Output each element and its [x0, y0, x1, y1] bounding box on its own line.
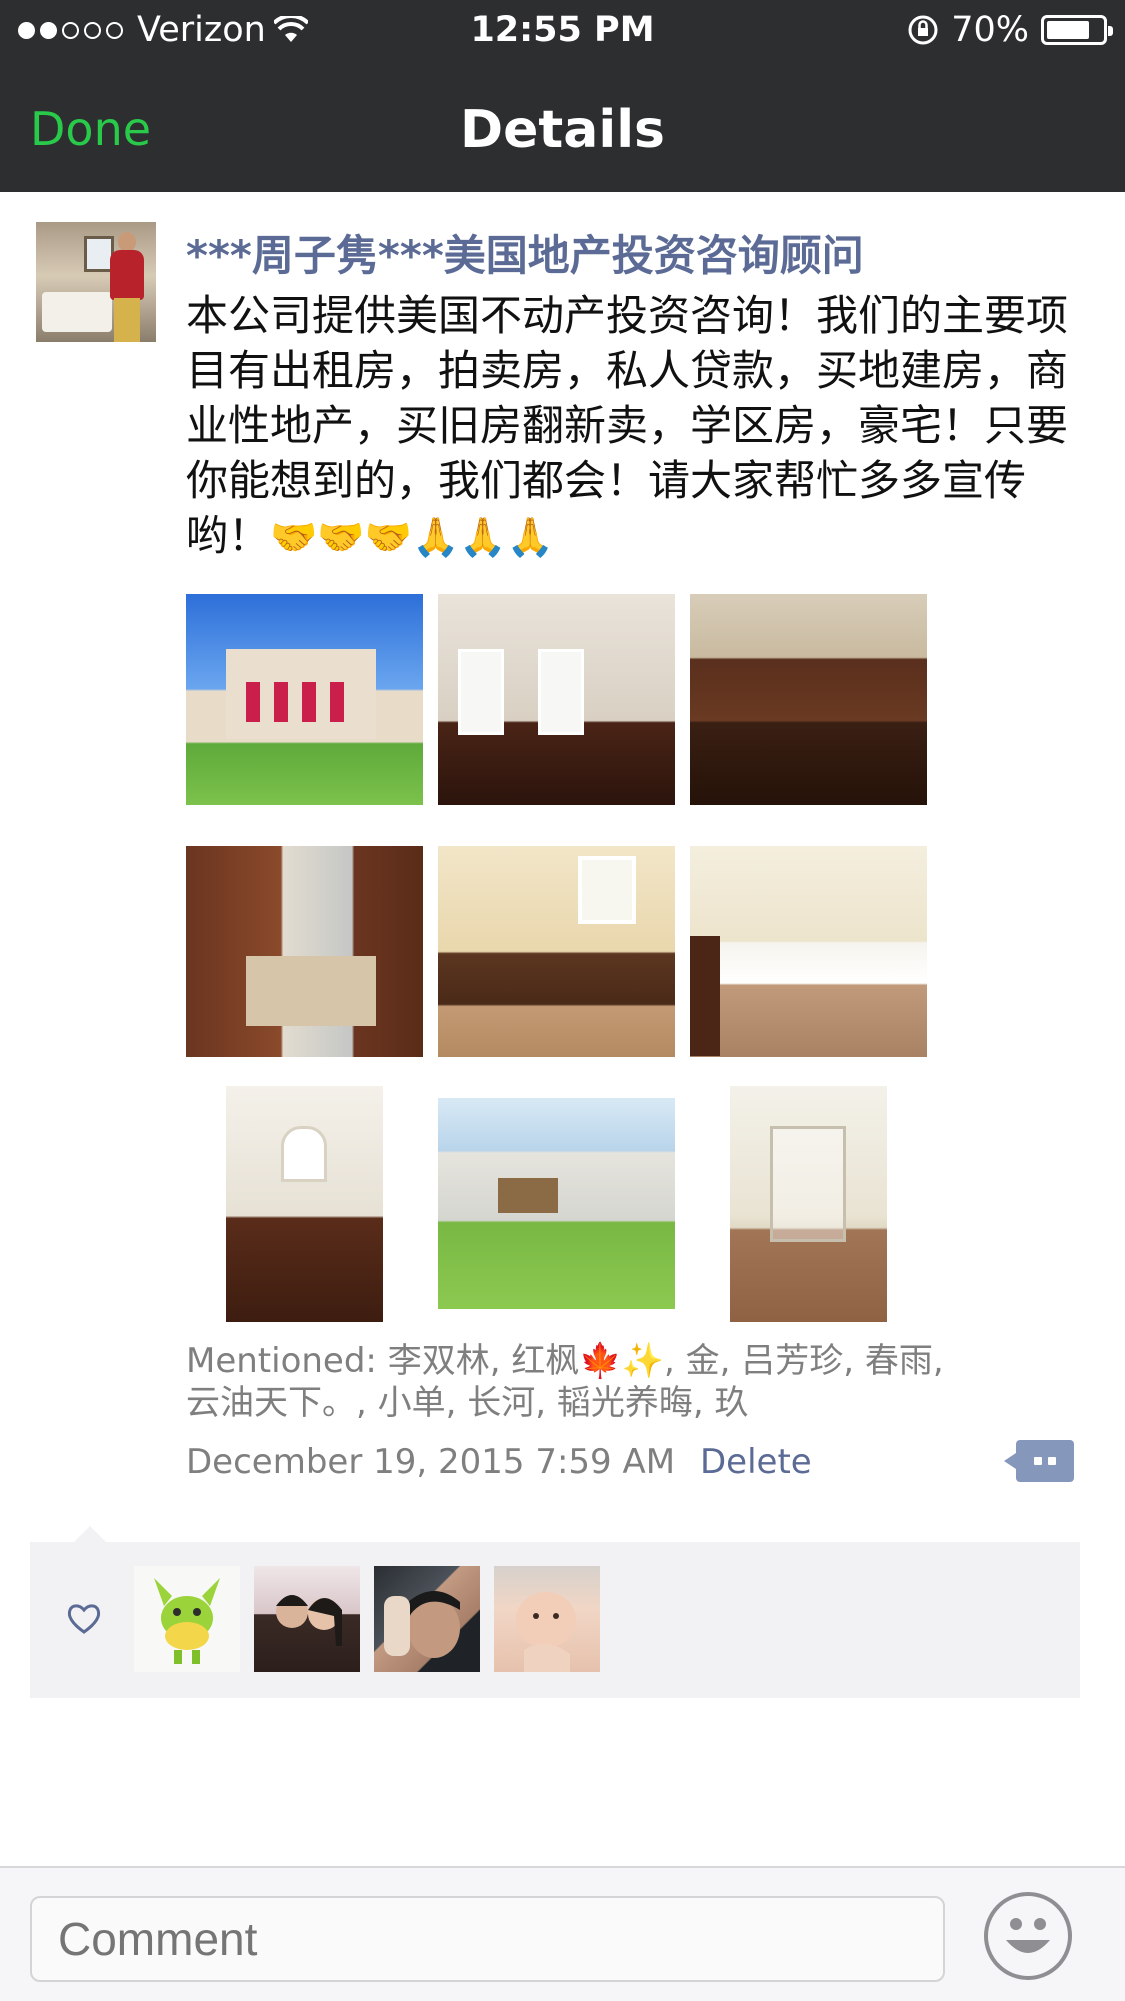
heart-icon [67, 1604, 101, 1634]
author-name[interactable]: ***周子隽***美国地产投资咨询顾问 [186, 222, 864, 283]
photo-house-exterior[interactable] [186, 594, 423, 805]
liker-avatar-man[interactable] [374, 1566, 480, 1672]
photo-corner-bathtub[interactable] [690, 846, 927, 1057]
liker-avatar-donkey[interactable] [134, 1566, 240, 1672]
post-emojis: 🤝🤝🤝🙏🙏🙏 [270, 515, 554, 559]
post-timestamp: December 19, 2015 7:59 AM [186, 1442, 676, 1482]
status-right: 70% [907, 10, 1113, 50]
photo-empty-room[interactable] [438, 594, 675, 805]
photo-kitchen-dining[interactable] [690, 594, 927, 805]
photo-glass-shower[interactable] [730, 1086, 887, 1322]
photo-kitchen-island[interactable] [186, 846, 423, 1057]
mentioned-list: Mentioned: 李双林, 红枫🍁✨, 金, 吕芳珍, 春雨, 云油天下。,… [186, 1340, 946, 1424]
photo-foyer-staircase[interactable] [226, 1086, 383, 1322]
mentioned-label: Mentioned: [186, 1341, 377, 1381]
liker-avatar-baby[interactable] [494, 1566, 600, 1672]
photo-backyard[interactable] [438, 1098, 675, 1309]
photo-bathroom-vanity[interactable] [438, 846, 675, 1057]
page-title: Details [460, 100, 665, 160]
comment-bar [0, 1866, 1125, 2001]
navigation-bar: Done Details [0, 64, 1125, 192]
delete-button[interactable]: Delete [700, 1442, 812, 1482]
rotation-lock-icon [908, 15, 938, 45]
post-text: 本公司提供美国不动产投资咨询！我们的主要项目有出租房，拍卖房，私人贷款，买地建房… [186, 288, 1096, 565]
battery-icon [1041, 15, 1113, 45]
status-bar: Verizon 12:55 PM 70% [0, 0, 1125, 64]
comment-like-menu-icon[interactable] [1004, 1440, 1074, 1482]
likes-panel [30, 1526, 1080, 1698]
battery-percent: 70% [951, 10, 1029, 50]
smiley-icon[interactable] [984, 1892, 1072, 1980]
comment-input[interactable] [30, 1896, 945, 1982]
liker-avatar-couple[interactable] [254, 1566, 360, 1672]
author-avatar[interactable] [36, 222, 156, 342]
